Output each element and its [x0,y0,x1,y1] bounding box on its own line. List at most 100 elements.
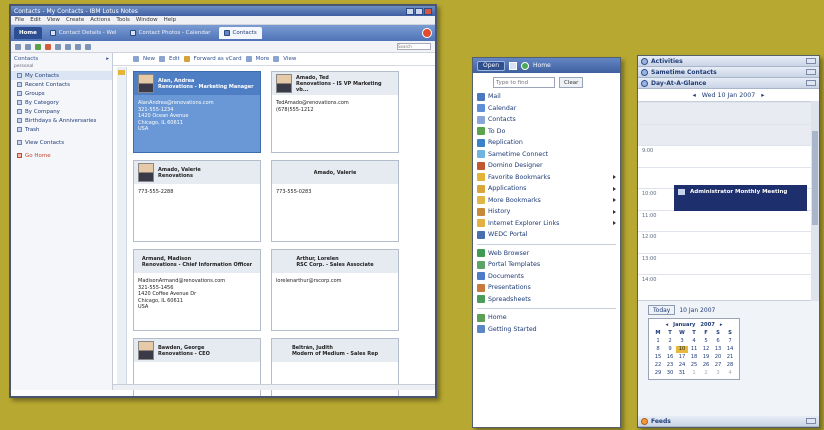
nav-item-go-home[interactable]: Go Home [11,151,112,160]
calendar-day[interactable]: 1 [688,370,700,377]
menu-item-history[interactable]: History [474,206,620,218]
sametime-header[interactable]: Sametime Contacts [638,67,819,78]
forward-icon[interactable] [65,43,71,50]
contact-card[interactable]: Armand, Madison Renovations - Chief Infor… [133,249,261,331]
menu-edit[interactable]: Edit [30,17,41,23]
calendar-day[interactable]: 4 [724,370,736,377]
nav-item-by-category[interactable]: By Category [11,98,112,107]
menu-view[interactable]: View [47,17,60,23]
menu-item-to-do[interactable]: To Do [474,126,620,138]
nav-item-recent-contacts[interactable]: Recent Contacts [11,80,112,89]
sametime-icon[interactable] [509,61,518,70]
contact-card[interactable]: Alan, Andrea Renovations - Marketing Mana… [133,71,261,153]
panel-menu-button[interactable] [806,69,816,75]
calendar-day[interactable]: 18 [688,354,700,361]
calendar-day[interactable]: 8 [652,346,664,353]
calendar-day[interactable]: 17 [676,354,688,361]
menu-item-favorite-bookmarks[interactable]: Favorite Bookmarks [474,172,620,184]
calendar-day[interactable]: 31 [676,370,688,377]
tab-home[interactable]: Home [14,27,42,39]
menu-item-internet-explorer-links[interactable]: Internet Explorer Links [474,218,620,230]
calendar-day[interactable]: 5 [700,338,712,345]
calendar-day[interactable]: 29 [652,370,664,377]
contact-card[interactable]: Amado, Valerie 773-555-0283 [271,160,399,242]
menu-item-mail[interactable]: Mail [474,91,620,103]
menu-actions[interactable]: Actions [90,17,110,23]
calendar-day[interactable]: 2 [700,370,712,377]
collapse-icon[interactable]: ▸ [106,56,109,62]
home-label[interactable]: Home [533,62,551,69]
calendar-day[interactable]: 19 [700,354,712,361]
menu-item-getting-started[interactable]: Getting Started [474,324,620,336]
calendar-day[interactable]: 28 [724,362,736,369]
calendar-day[interactable]: 11 [688,346,700,353]
tab-contact-photos[interactable]: Contact Photos - Calendar [125,27,216,39]
prev-month-button[interactable]: ◂ [666,322,669,328]
contact-card[interactable]: Amado, Valerie Renovations 773-555-2288 [133,160,261,242]
prev-day-button[interactable]: ◂ [693,92,696,99]
calendar-day[interactable]: 9 [664,346,676,353]
panel-menu-button[interactable] [806,58,816,64]
hour-row[interactable]: 13:00 [638,252,811,275]
new-button[interactable]: New [143,56,155,62]
contact-card[interactable]: Amado, Ted Renovations - IS VP Marketing … [271,71,399,153]
menu-window[interactable]: Window [136,17,158,23]
sametime-status-icon[interactable] [422,28,432,38]
calendar-day[interactable]: 7 [724,338,736,345]
day-at-a-glance-header[interactable]: Day-At-A-Glance [638,78,819,89]
panel-menu-button[interactable] [806,418,816,424]
nav-item-groups[interactable]: Groups [11,89,112,98]
horizontal-scrollbar[interactable] [113,384,435,390]
calendar-day[interactable]: 13 [712,346,724,353]
nav-item-by-company[interactable]: By Company [11,107,112,116]
hour-row[interactable]: 9:00 [638,145,811,167]
tab-contacts[interactable]: Contacts [218,27,262,39]
save-icon[interactable] [25,43,31,50]
nav-item-birthdays[interactable]: Birthdays & Anniversaries [11,116,112,125]
menu-item-home[interactable]: Home [474,312,620,324]
view-button[interactable]: View [283,56,296,62]
menu-tools[interactable]: Tools [116,17,130,23]
menu-item-more-bookmarks[interactable]: More Bookmarks [474,195,620,207]
clear-button[interactable]: Clear [559,77,584,88]
menu-item-calendar[interactable]: Calendar [474,103,620,115]
forward-button[interactable]: Forward as vCard [194,56,242,62]
calendar-day[interactable]: 30 [664,370,676,377]
open-icon[interactable] [15,43,21,50]
activities-header[interactable]: Activities [638,56,819,67]
menu-item-wedc-portal[interactable]: WEDC Portal [474,229,620,241]
menu-item-spreadsheets[interactable]: Spreadsheets [474,294,620,306]
back-icon[interactable] [55,43,61,50]
alphabet-index[interactable] [117,67,127,390]
calendar-day[interactable]: 16 [664,354,676,361]
bold-icon[interactable] [85,43,91,50]
nav-item-view-contacts[interactable]: View Contacts [11,138,112,147]
calendar-day[interactable]: 2 [664,338,676,345]
next-day-button[interactable]: ▸ [761,92,764,99]
menu-item-applications[interactable]: Applications [474,183,620,195]
calendar-day[interactable]: 10 [676,346,688,353]
menu-item-web-browser[interactable]: Web Browser [474,248,620,260]
calendar-day[interactable]: 23 [664,362,676,369]
minimize-button[interactable] [406,7,414,15]
menu-file[interactable]: File [15,17,24,23]
calendar-day[interactable]: 3 [676,338,688,345]
calendar-day[interactable]: 15 [652,354,664,361]
calendar-day[interactable]: 22 [652,362,664,369]
maximize-button[interactable] [415,7,423,15]
appointment-entry[interactable]: Administrator Monthly Meeting [674,185,807,211]
menu-item-domino-designer[interactable]: Domino Designer [474,160,620,172]
calendar-day[interactable]: 12 [700,346,712,353]
print-icon[interactable] [45,43,51,50]
replicate-icon[interactable] [35,43,41,50]
calendar-day[interactable]: 20 [712,354,724,361]
find-input[interactable] [493,77,555,88]
hour-row[interactable]: 11:00 [638,209,811,232]
calendar-day[interactable]: 27 [712,362,724,369]
calendar-day[interactable]: 6 [712,338,724,345]
edit-button[interactable]: Edit [169,56,180,62]
nav-item-my-contacts[interactable]: My Contacts [11,71,112,80]
menu-item-portal-templates[interactable]: Portal Templates [474,259,620,271]
next-month-button[interactable]: ▸ [720,322,723,328]
menu-item-contacts[interactable]: Contacts [474,114,620,126]
